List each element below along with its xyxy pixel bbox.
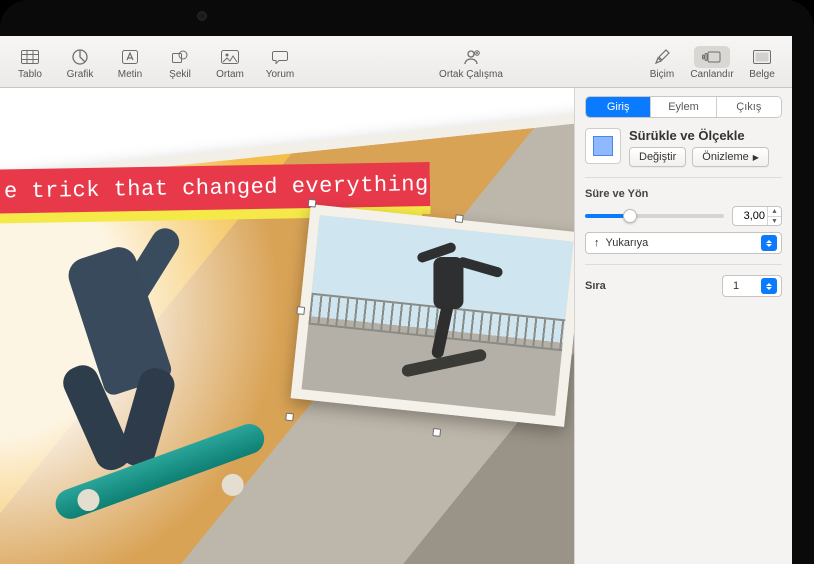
order-label: Sıra bbox=[585, 280, 714, 292]
effect-thumbnail bbox=[585, 128, 621, 164]
chart-icon bbox=[66, 46, 94, 68]
comment-button[interactable]: Yorum bbox=[260, 46, 300, 80]
shape-label: Şekil bbox=[169, 69, 191, 80]
duration-value-input[interactable] bbox=[733, 210, 767, 222]
media-icon bbox=[216, 46, 244, 68]
duration-section-label: Süre ve Yön bbox=[585, 188, 782, 200]
document-icon bbox=[748, 46, 776, 68]
chart-label: Grafik bbox=[67, 69, 94, 80]
comment-label: Yorum bbox=[266, 69, 295, 80]
selection-outline bbox=[290, 203, 574, 448]
animation-phase-tabs: Giriş Eylem Çıkış bbox=[585, 96, 782, 118]
resize-handle-w[interactable] bbox=[296, 306, 305, 315]
direction-select[interactable]: ↑ Yukarıya bbox=[585, 232, 782, 254]
toolbar: Tablo Grafik Metin bbox=[0, 36, 792, 88]
change-effect-button[interactable]: Değiştir bbox=[629, 147, 686, 167]
animate-button[interactable]: Canlandır bbox=[692, 46, 732, 80]
table-label: Tablo bbox=[18, 69, 42, 80]
toolbar-left-group: Tablo Grafik Metin bbox=[10, 46, 300, 80]
collaborate-button[interactable]: Ortak Çalışma bbox=[439, 46, 503, 80]
document-label: Belge bbox=[749, 69, 775, 80]
skater-figure-large bbox=[0, 225, 284, 531]
headline-text: e trick that changed everything bbox=[4, 172, 429, 204]
change-effect-label: Değiştir bbox=[639, 151, 676, 163]
effect-section: Sürükle ve Ölçekle Değiştir Önizleme ▶ bbox=[585, 128, 782, 178]
document-button[interactable]: Belge bbox=[742, 46, 782, 80]
shape-button[interactable]: Şekil bbox=[160, 46, 200, 80]
media-button[interactable]: Ortam bbox=[210, 46, 250, 80]
duration-stepper[interactable]: ▲ ▼ bbox=[732, 206, 782, 226]
tab-build-in[interactable]: Giriş bbox=[586, 97, 650, 117]
tab-build-out[interactable]: Çıkış bbox=[716, 97, 781, 117]
laptop-camera bbox=[197, 11, 207, 21]
table-icon bbox=[16, 46, 44, 68]
stepper-down-icon[interactable]: ▼ bbox=[768, 216, 781, 225]
inspector-panel: Giriş Eylem Çıkış Sürükle ve Ölçekle Değ… bbox=[574, 88, 792, 564]
toolbar-right-group: Biçim Canlandır Belge bbox=[642, 46, 782, 80]
play-icon: ▶ bbox=[753, 153, 759, 162]
preview-label: Önizleme bbox=[702, 151, 748, 163]
text-label: Metin bbox=[118, 69, 142, 80]
stepper-up-icon[interactable]: ▲ bbox=[768, 207, 781, 216]
table-button[interactable]: Tablo bbox=[10, 46, 50, 80]
arrow-up-icon: ↑ bbox=[594, 237, 600, 249]
resize-handle-nw[interactable] bbox=[308, 199, 317, 208]
media-label: Ortam bbox=[216, 69, 244, 80]
slide-canvas[interactable]: e trick that changed everything bbox=[0, 88, 574, 564]
duration-slider[interactable] bbox=[585, 214, 724, 218]
paintbrush-icon bbox=[648, 46, 676, 68]
resize-handle-n[interactable] bbox=[454, 214, 463, 223]
collaborate-label: Ortak Çalışma bbox=[439, 69, 503, 80]
order-value: 1 bbox=[733, 280, 739, 292]
order-section: Sıra 1 bbox=[585, 275, 782, 297]
chart-button[interactable]: Grafik bbox=[60, 46, 100, 80]
effect-title: Sürükle ve Ölçekle bbox=[629, 128, 782, 143]
format-button[interactable]: Biçim bbox=[642, 46, 682, 80]
order-select[interactable]: 1 bbox=[722, 275, 782, 297]
shape-icon bbox=[166, 46, 194, 68]
collaborate-icon bbox=[457, 46, 485, 68]
resize-handle-sw[interactable] bbox=[285, 413, 294, 422]
resize-handle-s[interactable] bbox=[432, 428, 441, 437]
select-chevron-icon bbox=[761, 235, 777, 251]
animate-label: Canlandır bbox=[690, 69, 733, 80]
preview-button[interactable]: Önizleme ▶ bbox=[692, 147, 769, 167]
headline-box[interactable]: e trick that changed everything bbox=[0, 162, 430, 214]
duration-section: Süre ve Yön ▲ ▼ ↑ Yukarıya bbox=[585, 188, 782, 265]
select-chevron-icon bbox=[761, 278, 777, 294]
text-icon bbox=[116, 46, 144, 68]
format-label: Biçim bbox=[650, 69, 674, 80]
text-button[interactable]: Metin bbox=[110, 46, 150, 80]
app-window: Tablo Grafik Metin bbox=[0, 36, 792, 564]
tab-action[interactable]: Eylem bbox=[650, 97, 715, 117]
animate-icon bbox=[694, 46, 730, 68]
comment-icon bbox=[266, 46, 294, 68]
direction-value: Yukarıya bbox=[606, 237, 649, 249]
